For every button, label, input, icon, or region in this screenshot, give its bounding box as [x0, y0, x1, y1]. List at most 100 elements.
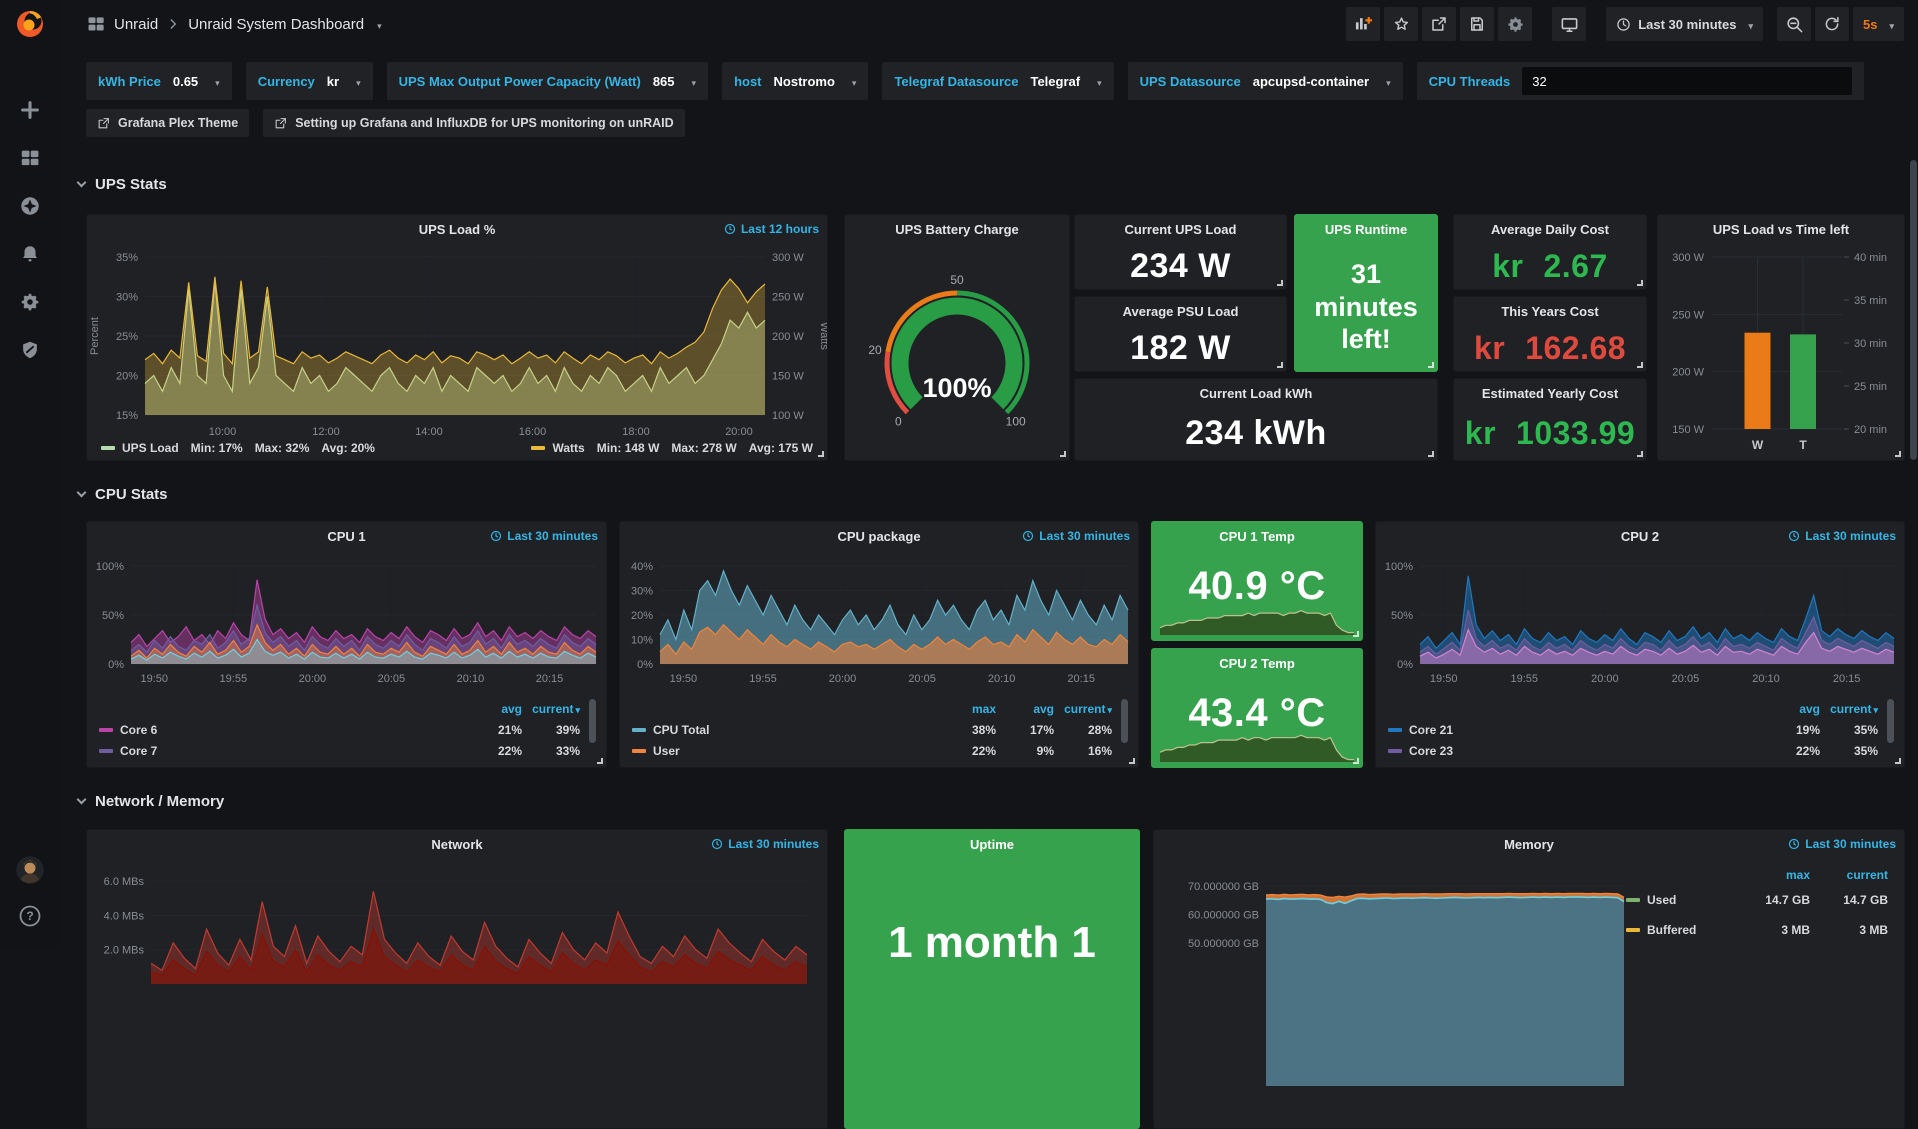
- resize-handle[interactable]: [1637, 280, 1643, 286]
- panel-title[interactable]: CPU package: [837, 529, 920, 544]
- battery-gauge[interactable]: 02050100100%: [845, 243, 1069, 455]
- legend-series-name[interactable]: UPS Load: [122, 441, 179, 455]
- time-range-override[interactable]: Last 30 minutes: [1022, 529, 1130, 543]
- avatar-icon: [15, 855, 45, 885]
- legend-series-name[interactable]: Core 6: [120, 723, 157, 737]
- page-scrollbar[interactable]: [1909, 48, 1917, 947]
- legend-col-current[interactable]: current: [1810, 868, 1888, 882]
- server-admin-button[interactable]: [13, 333, 47, 367]
- cpu1-chart[interactable]: 100%50%0%19:5019:5520:0020:0520:1020:15: [87, 550, 606, 690]
- legend-col-max[interactable]: max: [1732, 868, 1810, 882]
- configuration-button[interactable]: [13, 285, 47, 319]
- time-override-label: Last 30 minutes: [507, 529, 598, 543]
- time-range-override[interactable]: Last 12 hours: [724, 222, 819, 236]
- legend-avg: 22%: [1762, 744, 1820, 758]
- legend-series-name[interactable]: Core 21: [1409, 723, 1453, 737]
- cpu-package-chart[interactable]: 40%30%20%10%0%19:5019:5520:0020:0520:102…: [620, 550, 1138, 690]
- resize-handle[interactable]: [1353, 758, 1359, 764]
- panel-ups-load-vs-time-left: UPS Load vs Time left 300 W250 W200 W150…: [1657, 214, 1905, 461]
- resize-handle[interactable]: [1895, 758, 1901, 764]
- panel-title[interactable]: Current UPS Load: [1125, 222, 1237, 237]
- resize-handle[interactable]: [1277, 362, 1283, 368]
- resize-handle[interactable]: [1060, 451, 1066, 457]
- legend-col-avg[interactable]: avg: [464, 702, 522, 716]
- legend-col-current[interactable]: current: [522, 702, 580, 716]
- help-button[interactable]: ?: [13, 899, 47, 933]
- legend-col-max[interactable]: max: [938, 702, 996, 716]
- panel-title[interactable]: This Years Cost: [1501, 304, 1598, 319]
- create-button[interactable]: [13, 93, 47, 127]
- panel-title[interactable]: UPS Load vs Time left: [1713, 222, 1849, 237]
- resize-handle[interactable]: [1637, 362, 1643, 368]
- section-network-memory[interactable]: Network / Memory: [78, 793, 224, 810]
- resize-handle[interactable]: [1353, 631, 1359, 637]
- legend-series-name[interactable]: Used: [1647, 893, 1676, 907]
- time-range-override[interactable]: Last 30 minutes: [1788, 837, 1896, 851]
- panel-title[interactable]: UPS Runtime: [1325, 222, 1407, 237]
- resize-handle[interactable]: [1428, 451, 1434, 457]
- cpu2-chart[interactable]: 100%50%0%19:5019:5520:0020:0520:1020:15: [1376, 550, 1904, 690]
- legend-series-name[interactable]: Core 7: [120, 744, 157, 758]
- ups-load-chart[interactable]: 35%30%25%20%15%300 W250 W200 W150 W100 W…: [87, 243, 827, 443]
- panel-title[interactable]: Memory: [1504, 837, 1554, 852]
- legend-current: 35%: [1820, 723, 1878, 737]
- svg-text:150 W: 150 W: [1672, 424, 1704, 436]
- ups-bar-chart[interactable]: 300 W250 W200 W150 W40 min35 min30 min25…: [1658, 243, 1904, 455]
- user-avatar[interactable]: [13, 853, 47, 887]
- legend-series-name[interactable]: Buffered: [1647, 923, 1696, 937]
- resize-handle[interactable]: [818, 451, 824, 457]
- panel-title[interactable]: Average PSU Load: [1123, 304, 1239, 319]
- legend-col-current[interactable]: current: [1820, 702, 1878, 716]
- resize-handle[interactable]: [1129, 758, 1135, 764]
- resize-handle[interactable]: [1895, 451, 1901, 457]
- legend-series-name[interactable]: Watts: [552, 441, 584, 455]
- legend-avg: 19%: [1762, 723, 1820, 737]
- scrollbar-thumb[interactable]: [1910, 160, 1917, 460]
- svg-text:50%: 50%: [1391, 610, 1413, 622]
- memory-chart[interactable]: 70.000000 GB60.000000 GB50.000000 GB: [1154, 858, 1632, 1088]
- panel-title[interactable]: CPU 1: [327, 529, 365, 544]
- section-title: Network / Memory: [95, 793, 224, 810]
- resize-handle[interactable]: [597, 758, 603, 764]
- resize-handle[interactable]: [1428, 362, 1434, 368]
- legend-col-avg[interactable]: avg: [996, 702, 1054, 716]
- legend-marker: [632, 749, 646, 753]
- panel-title[interactable]: Network: [431, 837, 482, 852]
- panel-title[interactable]: Estimated Yearly Cost: [1482, 386, 1618, 401]
- legend-series-name[interactable]: CPU Total: [653, 723, 709, 737]
- time-override-label: Last 30 minutes: [728, 837, 819, 851]
- legend-col-avg[interactable]: avg: [1762, 702, 1820, 716]
- legend-scrollbar[interactable]: [1887, 699, 1894, 743]
- resize-handle[interactable]: [1637, 451, 1643, 457]
- legend-series-name[interactable]: Core 23: [1409, 744, 1453, 758]
- alerting-button[interactable]: [13, 237, 47, 271]
- help-icon: ?: [18, 904, 42, 928]
- panel-title[interactable]: Current Load kWh: [1200, 386, 1313, 401]
- legend-scrollbar[interactable]: [589, 699, 596, 743]
- panel-title[interactable]: CPU 1 Temp: [1219, 529, 1295, 544]
- panel-title[interactable]: Uptime: [970, 837, 1014, 852]
- dashboards-button[interactable]: [13, 141, 47, 175]
- legend-marker: [632, 728, 646, 732]
- svg-text:70.000000 GB: 70.000000 GB: [1188, 881, 1259, 893]
- legend-col-current[interactable]: current: [1054, 702, 1112, 716]
- grafana-logo[interactable]: [13, 7, 47, 41]
- svg-text:50%: 50%: [102, 610, 124, 622]
- legend-scrollbar[interactable]: [1121, 699, 1128, 743]
- explore-button[interactable]: [13, 189, 47, 223]
- section-cpu-stats[interactable]: CPU Stats: [78, 486, 168, 503]
- network-chart[interactable]: 6.0 MBs4.0 MBs2.0 MBs: [87, 858, 827, 1008]
- panel-title[interactable]: CPU 2 Temp: [1219, 656, 1295, 671]
- resize-handle[interactable]: [1277, 280, 1283, 286]
- panel-title[interactable]: UPS Load %: [419, 222, 496, 237]
- legend-series-name[interactable]: User: [653, 744, 680, 758]
- panel-title[interactable]: UPS Battery Charge: [895, 222, 1019, 237]
- legend-table: avgcurrent Core 621%39% Core 722%33%: [99, 698, 580, 761]
- svg-text:20:05: 20:05: [378, 673, 406, 685]
- time-range-override[interactable]: Last 30 minutes: [490, 529, 598, 543]
- time-range-override[interactable]: Last 30 minutes: [1788, 529, 1896, 543]
- panel-title[interactable]: Average Daily Cost: [1491, 222, 1609, 237]
- panel-title[interactable]: CPU 2: [1621, 529, 1659, 544]
- time-range-override[interactable]: Last 30 minutes: [711, 837, 819, 851]
- section-ups-stats[interactable]: UPS Stats: [78, 176, 167, 193]
